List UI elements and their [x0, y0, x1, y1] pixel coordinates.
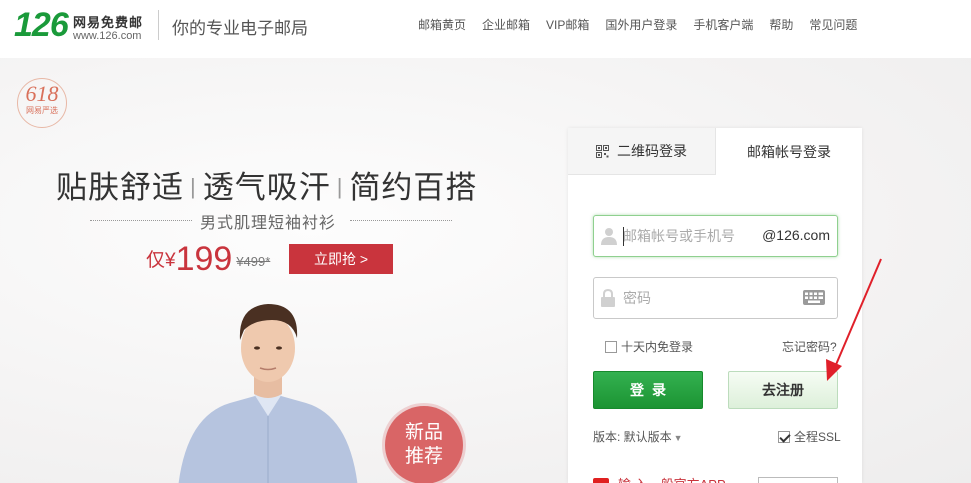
logo-name[interactable]: 网易免费邮 — [73, 12, 143, 31]
headline-part-1: 贴肤舒适 — [56, 170, 184, 205]
headline-separator: | — [336, 174, 344, 199]
tab-account-label: 邮箱帐号登录 — [747, 143, 831, 160]
remember-checkbox[interactable] — [605, 340, 617, 353]
version-selector[interactable]: 版本: 默认版本 ▼ — [593, 428, 683, 445]
header-divider — [158, 10, 159, 40]
keyboard-icon[interactable] — [803, 290, 825, 305]
nav-link-enterprise[interactable]: 企业邮箱 — [482, 16, 530, 33]
video-app-icon — [593, 478, 609, 483]
remember-label: 十天内免登录 — [621, 340, 694, 354]
version-label: 版本: 默认版本 — [593, 430, 672, 444]
chevron-down-icon: ▼ — [673, 433, 683, 443]
price-prefix: 仅¥ — [146, 250, 176, 271]
nav-link-mobile-client[interactable]: 手机客户端 — [693, 16, 753, 33]
account-field[interactable]: @126.com — [593, 215, 838, 257]
logo-url[interactable]: www.126.com — [73, 30, 141, 42]
ssl-option[interactable]: 全程SSL — [778, 428, 841, 445]
promo-subtitle: 男式肌理短袖衬衫 — [200, 215, 337, 232]
nav-link-vip[interactable]: VIP邮箱 — [546, 16, 589, 33]
model-image — [178, 304, 358, 483]
logo-number[interactable]: 126 — [14, 6, 69, 45]
remember-me[interactable]: 十天内免登录 — [605, 338, 693, 355]
tab-qr-login[interactable]: 二维码登录 — [568, 128, 716, 175]
new-badge-line-2: 推荐 — [404, 446, 443, 467]
nav-link-faq[interactable]: 常见问题 — [809, 16, 857, 33]
header-slogan: 你的专业电子邮局 — [172, 19, 308, 38]
app-promo-box — [758, 477, 838, 483]
nav-link-yellow-pages[interactable]: 邮箱黄页 — [418, 16, 466, 33]
top-nav: 邮箱黄页 企业邮箱 VIP邮箱 国外用户登录 手机客户端 帮助 常见问题 — [410, 16, 865, 33]
tab-qr-label: 二维码登录 — [617, 143, 687, 159]
top-header: 126 网易免费邮 www.126.com 你的专业电子邮局 邮箱黄页 企业邮箱… — [0, 0, 971, 56]
account-input[interactable] — [623, 224, 753, 248]
password-field[interactable] — [593, 277, 838, 319]
ssl-label: 全程SSL — [794, 430, 841, 444]
login-button[interactable]: 登录 — [593, 371, 703, 409]
login-panel: 二维码登录 邮箱帐号登录 @126.com 十天内免登录 忘 — [568, 128, 862, 483]
promo-headline: 贴肤舒适 | 透气吸汗 | 简约百搭 — [56, 162, 477, 207]
headline-part-2: 透气吸汗 — [202, 170, 331, 205]
user-icon — [601, 228, 617, 245]
ssl-checkbox[interactable] — [778, 430, 790, 443]
nav-link-help[interactable]: 帮助 — [769, 16, 793, 33]
app-promo-strip[interactable]: 输 入一般官方APP — [593, 476, 838, 483]
headline-separator: | — [190, 174, 197, 199]
email-domain-suffix: @126.com — [762, 227, 830, 243]
dotted-divider-left — [90, 220, 192, 221]
password-input[interactable] — [623, 286, 753, 310]
old-price: ¥499* — [236, 254, 271, 269]
app-promo-text: 输 入一般官方APP — [618, 474, 726, 483]
badge-text: 网易严选 — [26, 106, 58, 115]
dotted-divider-right — [350, 220, 452, 221]
headline-part-3: 简约百搭 — [349, 170, 478, 205]
new-product-badge: 新品 推荐 — [385, 406, 463, 483]
nav-link-overseas-login[interactable]: 国外用户登录 — [605, 16, 677, 33]
qr-code-icon — [596, 144, 609, 158]
register-button[interactable]: 去注册 — [728, 371, 838, 409]
buy-now-button[interactable]: 立即抢 > — [289, 244, 393, 274]
price-value: 199 — [175, 240, 233, 278]
tab-account-login[interactable]: 邮箱帐号登录 — [716, 128, 862, 175]
new-badge-line-1: 新品 — [404, 422, 443, 443]
forgot-password-link[interactable]: 忘记密码? — [782, 338, 837, 355]
lock-icon — [601, 289, 615, 307]
618-badge: 618 网易严选 — [17, 78, 67, 128]
promo-price: 仅¥199 ¥499* — [146, 240, 270, 279]
